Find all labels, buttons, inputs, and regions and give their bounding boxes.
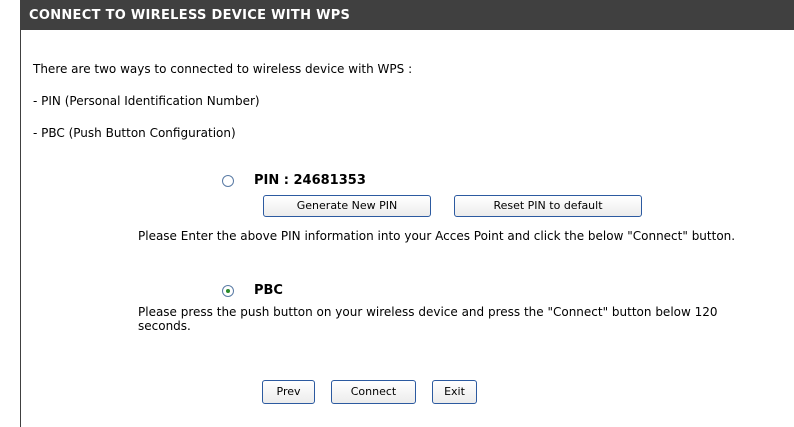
- intro-text: There are two ways to connected to wirel…: [33, 62, 413, 76]
- pin-instructions: Please Enter the above PIN information i…: [138, 229, 736, 243]
- exit-button[interactable]: Exit: [432, 380, 477, 404]
- pin-method-text: - PIN (Personal Identification Number): [33, 94, 260, 108]
- reset-pin-button[interactable]: Reset PIN to default: [454, 195, 642, 217]
- section-header: CONNECT TO WIRELESS DEVICE WITH WPS: [21, 0, 794, 31]
- prev-button[interactable]: Prev: [262, 380, 315, 404]
- pin-label: PIN : 24681353: [254, 173, 366, 188]
- pin-radio[interactable]: [222, 175, 234, 187]
- pbc-method-text: - PBC (Push Button Configuration): [33, 126, 236, 140]
- connect-button[interactable]: Connect: [331, 380, 416, 404]
- pbc-instructions: Please press the push button on your wir…: [138, 305, 718, 333]
- pbc-radio[interactable]: [222, 285, 234, 297]
- pbc-label: PBC: [254, 283, 283, 298]
- section-title: CONNECT TO WIRELESS DEVICE WITH WPS: [29, 8, 351, 23]
- generate-pin-button[interactable]: Generate New PIN: [263, 195, 431, 217]
- wps-panel: CONNECT TO WIRELESS DEVICE WITH WPS Ther…: [20, 0, 794, 427]
